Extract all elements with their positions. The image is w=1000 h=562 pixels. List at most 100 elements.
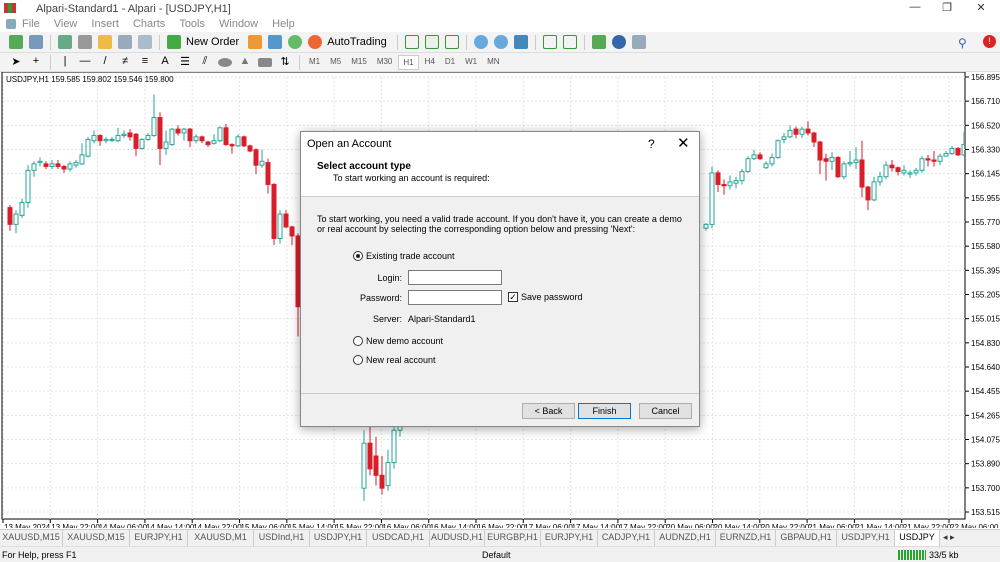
rectangle-icon[interactable] (258, 57, 272, 67)
timeframe-m15[interactable]: M15 (347, 55, 371, 70)
chart-tab[interactable]: USDCAD,H1 (367, 530, 430, 546)
zoom-in-icon[interactable] (473, 35, 488, 49)
search-icon[interactable]: ⚲ (958, 36, 967, 50)
timeframe-m30[interactable]: M30 (373, 55, 397, 70)
chart-tab[interactable]: GBPAUD,H1 (776, 530, 837, 546)
timeframe-mn[interactable]: MN (483, 55, 503, 70)
new-real-account-radio[interactable]: New real account (353, 355, 436, 365)
back-button[interactable]: < Back (522, 403, 575, 419)
vertical-line-icon[interactable]: | (58, 55, 72, 69)
y-tick-label: 154.075 (971, 436, 1000, 445)
dialog-title: Open an Account (307, 138, 392, 150)
menu-tools[interactable]: Tools (179, 18, 205, 30)
triangle-icon[interactable]: ▲ (238, 55, 252, 69)
x-tick-label: 17 May 14:00 (572, 523, 621, 528)
horizontal-line-icon[interactable]: — (78, 55, 92, 69)
line-chart-icon[interactable] (444, 35, 459, 49)
bar-chart-icon[interactable] (404, 35, 419, 49)
chart-tab[interactable]: AUDUSD,H1 (430, 530, 485, 546)
chart-tab[interactable]: EURJPY,H1 (130, 530, 188, 546)
parallel-lines-icon[interactable]: ⫽ (198, 55, 212, 69)
y-tick-label: 155.580 (971, 242, 1000, 251)
data-window-icon[interactable] (78, 35, 92, 49)
save-password-checkbox[interactable]: ✓ Save password (508, 292, 583, 302)
menu-help[interactable]: Help (272, 18, 295, 30)
bear-candle (241, 136, 247, 147)
menu-file[interactable]: File (22, 18, 40, 30)
new-chart-icon[interactable] (9, 35, 23, 49)
terminal-icon[interactable] (118, 35, 132, 49)
chart-shift-icon[interactable] (542, 35, 557, 49)
menu-view[interactable]: View (54, 18, 78, 30)
cursor-icon[interactable]: ➤ (9, 55, 23, 69)
bear-candle (823, 158, 829, 162)
crosshair-icon[interactable]: + (29, 55, 43, 69)
bull-candle (49, 163, 55, 167)
chart-tab[interactable]: XAUUSD,M15 (0, 530, 63, 546)
menu-window[interactable]: Window (219, 18, 258, 30)
bear-candle (283, 213, 289, 228)
finish-button[interactable]: Finish (578, 403, 631, 419)
templates-icon[interactable] (631, 35, 646, 49)
text-icon[interactable]: A (158, 55, 172, 69)
y-tick-label: 154.455 (971, 387, 1000, 396)
tile-windows-icon[interactable] (513, 35, 528, 49)
menu-charts[interactable]: Charts (133, 18, 165, 30)
new-order-button[interactable]: New Order (186, 36, 239, 48)
indicators-icon[interactable] (591, 35, 606, 49)
chart-tab[interactable]: USDJPY (895, 530, 940, 546)
password-input[interactable] (408, 290, 502, 305)
navigator-icon[interactable] (98, 35, 112, 49)
chart-tab[interactable]: AUDNZD,H1 (655, 530, 716, 546)
existing-account-radio[interactable]: Existing trade account (353, 251, 455, 261)
arrows-icon[interactable]: ⇅ (278, 55, 292, 69)
dialog-close-button[interactable]: ✕ (677, 134, 690, 152)
chart-tab[interactable]: XAUUSD,M1 (188, 530, 254, 546)
timeframe-h1[interactable]: H1 (398, 54, 419, 70)
notification-icon[interactable]: ! (983, 35, 996, 48)
strategy-tester-icon[interactable] (138, 35, 152, 49)
chart-tab[interactable]: USDInd,H1 (254, 530, 310, 546)
zoom-out-icon[interactable] (493, 35, 508, 49)
fibonacci-icon[interactable]: ≡ (138, 55, 152, 69)
new-demo-account-radio[interactable]: New demo account (353, 336, 443, 346)
market-icon[interactable] (288, 35, 303, 49)
timeframe-h4[interactable]: H4 (421, 55, 439, 70)
bear-candle (229, 144, 235, 147)
minimize-button[interactable]: — (900, 1, 930, 13)
chart-tab[interactable]: USDJPY,H1 (837, 530, 895, 546)
metaeditor-icon[interactable] (248, 35, 263, 49)
help-button[interactable]: ? (648, 137, 655, 151)
bull-candle (115, 135, 121, 142)
bull-candle (169, 128, 175, 146)
chart-tab[interactable]: XAUUSD,M15 (63, 530, 130, 546)
close-button[interactable]: ✕ (966, 1, 996, 14)
autoscroll-icon[interactable] (562, 35, 577, 49)
ellipse-icon[interactable] (218, 57, 232, 67)
trendline-icon[interactable]: / (98, 55, 112, 69)
candlestick-icon[interactable] (424, 35, 439, 49)
timeframe-w1[interactable]: W1 (461, 55, 481, 70)
maximize-button[interactable]: ❐ (932, 1, 962, 14)
timeframe-m1[interactable]: M1 (305, 55, 324, 70)
autotrading-button[interactable]: AutoTrading (327, 36, 387, 48)
periods-icon[interactable] (611, 35, 626, 49)
chart-tab[interactable]: EURGBP,H1 (485, 530, 541, 546)
menu-insert[interactable]: Insert (91, 18, 119, 30)
cancel-button[interactable]: Cancel (639, 403, 692, 419)
chart-tab[interactable]: USDJPY,H1 (310, 530, 367, 546)
timeframe-m5[interactable]: M5 (326, 55, 345, 70)
signals-icon[interactable] (268, 35, 283, 49)
bull-candle (703, 223, 709, 229)
market-watch-icon[interactable] (58, 35, 72, 49)
channel-icon[interactable]: ≠ (118, 55, 132, 69)
chart-tab[interactable]: EURJPY,H1 (541, 530, 598, 546)
profiles-icon[interactable] (29, 35, 43, 49)
login-input[interactable] (408, 270, 502, 285)
timeframe-d1[interactable]: D1 (441, 55, 459, 70)
chart-tab[interactable]: EURNZD,H1 (716, 530, 776, 546)
tab-scroll-arrows-icon[interactable]: ◂ ▸ (940, 530, 958, 546)
bear-candle (205, 141, 211, 146)
fibo-retracement-icon[interactable]: ☰ (178, 55, 192, 69)
chart-tab[interactable]: CADJPY,H1 (598, 530, 655, 546)
